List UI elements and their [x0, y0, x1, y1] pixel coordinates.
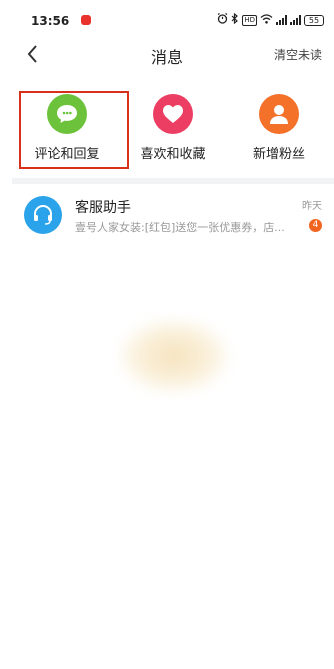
wifi-icon [260, 13, 273, 27]
unread-badge: 4 [309, 219, 322, 232]
list-item[interactable]: 客服助手 壹号人家女装:[红包]送您一张优惠券，店... 昨天 4 [12, 186, 334, 242]
battery-icon: 55 [304, 14, 324, 26]
category-label: 喜欢和收藏 [140, 147, 206, 162]
signal-icon-2 [290, 15, 301, 25]
category-label: 新增粉丝 [252, 147, 305, 162]
message-time: 昨天 [302, 201, 322, 212]
status-bar: 13:56 HD 55 [0, 0, 334, 36]
bluetooth-icon [231, 12, 239, 27]
alarm-icon [217, 13, 228, 27]
hd-icon: HD [242, 14, 257, 26]
contact-name: 客服助手 [75, 200, 131, 216]
heart-icon [153, 94, 193, 134]
status-icons: HD 55 [217, 12, 324, 27]
status-time: 13:56 [31, 14, 70, 28]
message-preview: 壹号人家女装:[红包]送您一张优惠券，店... [75, 221, 285, 234]
header: 消息 清空未读 [0, 36, 334, 74]
signal-icon-1 [276, 15, 287, 25]
clear-unread-button[interactable]: 清空未读 [274, 46, 322, 63]
blurred-graphic [118, 318, 230, 394]
section-divider [12, 178, 334, 184]
messages-page: 13:56 HD 55 消息 清空未读 评论和回复 喜欢和收藏 新增粉丝 客服助… [0, 0, 334, 669]
app-notification-icon [81, 15, 91, 25]
category-new-followers[interactable]: 新增粉丝 [234, 88, 324, 162]
category-likes-favorites[interactable]: 喜欢和收藏 [128, 88, 218, 162]
user-icon [259, 94, 299, 134]
highlight-box [19, 91, 129, 169]
headset-icon [24, 196, 62, 234]
